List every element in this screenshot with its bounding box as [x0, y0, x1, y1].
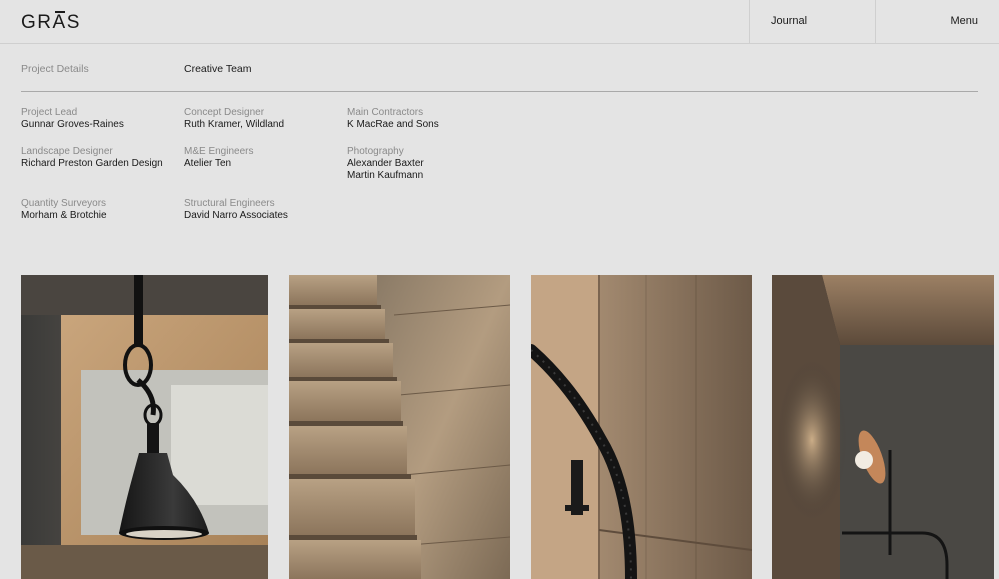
- stair-handrail-image: [531, 275, 752, 579]
- credit-name: Gunnar Groves-Raines: [21, 119, 124, 130]
- tab-project-details[interactable]: Project Details: [21, 63, 89, 75]
- credit-name: Ruth Kramer, Wildland: [184, 119, 285, 130]
- credit-role: Photography: [347, 146, 404, 157]
- credit-role: M&E Engineers: [184, 146, 254, 157]
- site-header: GRAS Journal Menu: [0, 0, 999, 44]
- credit-role: Project Lead: [21, 107, 78, 118]
- logo-suffix: S: [66, 12, 81, 33]
- credit-role: Main Contractors: [347, 107, 424, 118]
- credit-name: Atelier Ten: [184, 158, 232, 169]
- credit-name: Martin Kaufmann: [347, 170, 424, 181]
- pendant-lamp-image: [21, 275, 268, 579]
- credit-concept-designer: Concept Designer Ruth Kramer, Wildland: [184, 107, 284, 131]
- logo-prefix: GR: [21, 12, 53, 33]
- credit-name: Alexander Baxter: [347, 158, 424, 169]
- credit-role: Quantity Surveyors: [21, 198, 107, 209]
- credit-main-contractors: Main Contractors K MacRae and Sons: [347, 107, 439, 131]
- gallery-photo-oak-staircase[interactable]: [289, 275, 510, 579]
- credit-landscape-designer: Landscape Designer Richard Preston Garde…: [21, 146, 163, 170]
- gallery-photo-wall-lamp[interactable]: [772, 275, 994, 579]
- gallery-photo-stair-handrail[interactable]: [531, 275, 752, 579]
- credit-role: Structural Engineers: [184, 198, 275, 209]
- credit-name: David Narro Associates: [184, 210, 288, 221]
- nav-menu-button[interactable]: Menu: [875, 0, 999, 44]
- credit-name: K MacRae and Sons: [347, 119, 439, 130]
- credit-photography: Photography Alexander Baxter Martin Kauf…: [347, 146, 424, 182]
- wall-lamp-image: [772, 275, 994, 579]
- credit-name: Richard Preston Garden Design: [21, 158, 163, 169]
- credit-project-lead: Project Lead Gunnar Groves-Raines: [21, 107, 124, 131]
- nav-journal-link[interactable]: Journal: [749, 0, 875, 44]
- credit-role: Landscape Designer: [21, 146, 113, 157]
- credit-structural-engineers: Structural Engineers David Narro Associa…: [184, 198, 288, 222]
- credit-name: Morham & Brotchie: [21, 210, 107, 221]
- gallery-photo-pendant-lamp[interactable]: [21, 275, 268, 579]
- credit-me-engineers: M&E Engineers Atelier Ten: [184, 146, 253, 170]
- logo[interactable]: GRAS: [21, 11, 81, 34]
- credit-role: Concept Designer: [184, 107, 265, 118]
- oak-staircase-image: [289, 275, 510, 579]
- section-divider: [21, 91, 978, 92]
- logo-accent: A: [52, 11, 67, 33]
- credit-quantity-surveyors: Quantity Surveyors Morham & Brotchie: [21, 198, 107, 222]
- tab-creative-team[interactable]: Creative Team: [184, 63, 252, 75]
